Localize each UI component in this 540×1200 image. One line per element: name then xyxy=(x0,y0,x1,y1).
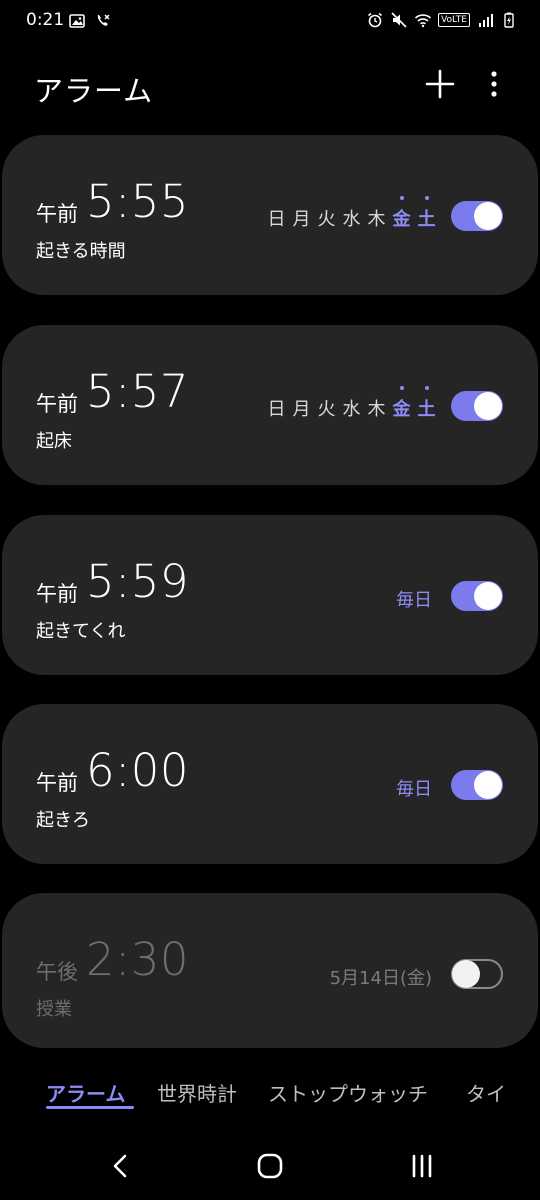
page-title: アラーム xyxy=(34,74,154,108)
alarm-toggle[interactable] xyxy=(451,770,503,800)
alarm-time: 5:57 xyxy=(86,365,190,418)
recents-icon[interactable] xyxy=(402,1148,442,1184)
tab-alarm[interactable]: アラーム xyxy=(46,1078,125,1107)
alarm-ampm: 午前 xyxy=(36,202,78,226)
alarm-days: 日 月 火 水 木 金 土 xyxy=(264,386,439,421)
alarm-repeat: 毎日 xyxy=(396,779,432,800)
signal-icon xyxy=(479,14,493,27)
tab-timer[interactable]: タイ xyxy=(466,1078,506,1107)
mute-icon xyxy=(391,12,407,28)
alarm-ampm: 午後 xyxy=(36,960,78,984)
alarm-time: 5:59 xyxy=(86,555,190,608)
toggle-knob xyxy=(452,960,480,988)
nav-bar xyxy=(0,1130,540,1200)
day-mon: 月 xyxy=(292,399,311,420)
day-mon: 月 xyxy=(292,209,311,230)
alarm-label: 授業 xyxy=(36,999,72,1020)
wifi-icon xyxy=(415,14,432,28)
alarm-label: 起きろ xyxy=(36,810,90,831)
toggle-knob xyxy=(474,202,502,230)
plus-icon[interactable] xyxy=(420,64,460,104)
alarm-time: 2:30 xyxy=(86,933,190,986)
back-icon[interactable] xyxy=(100,1148,140,1184)
alarm-card[interactable]: 午前 6:00 起きろ 毎日 xyxy=(2,704,538,864)
status-bar: 0:21 VoLTE xyxy=(0,0,540,44)
more-vertical-icon[interactable] xyxy=(480,64,508,104)
day-sat: 土 xyxy=(414,386,439,421)
alarm-date: 5月14日(金) xyxy=(329,968,432,989)
alarm-days: 日 月 火 水 木 金 土 xyxy=(264,196,439,231)
alarm-label: 起きてくれ xyxy=(36,621,126,642)
alarm-toggle[interactable] xyxy=(451,201,503,231)
toggle-knob xyxy=(474,771,502,799)
image-icon xyxy=(69,14,85,28)
alarm-card[interactable]: 午前 5:55 起きる時間 日 月 火 水 木 金 土 xyxy=(2,135,538,295)
alarm-ampm: 午前 xyxy=(36,582,78,606)
alarm-toggle[interactable] xyxy=(451,391,503,421)
app-header: アラーム xyxy=(0,50,540,126)
tab-world-clock[interactable]: 世界時計 xyxy=(157,1078,237,1107)
alarm-label: 起きる時間 xyxy=(36,241,126,262)
day-sun: 日 xyxy=(267,399,286,420)
alarm-card[interactable]: 午後 2:30 授業 5月14日(金) xyxy=(2,893,538,1048)
day-thu: 木 xyxy=(367,399,386,420)
toggle-knob xyxy=(474,582,502,610)
alarm-clock-icon xyxy=(368,12,383,28)
home-icon[interactable] xyxy=(250,1148,290,1184)
alarm-ampm: 午前 xyxy=(36,392,78,416)
day-fri: 金 xyxy=(389,196,414,231)
day-sun: 日 xyxy=(267,209,286,230)
status-time: 0:21 xyxy=(26,10,65,30)
tab-stopwatch[interactable]: ストップウォッチ xyxy=(268,1078,428,1107)
alarm-toggle[interactable] xyxy=(451,959,503,989)
day-wed: 水 xyxy=(342,209,361,230)
tab-bar: アラーム 世界時計 ストップウォッチ タイ xyxy=(0,1064,540,1124)
alarm-toggle[interactable] xyxy=(451,581,503,611)
alarm-card[interactable]: 午前 5:57 起床 日 月 火 水 木 金 土 xyxy=(2,325,538,485)
alarm-card[interactable]: 午前 5:59 起きてくれ 毎日 xyxy=(2,515,538,675)
toggle-knob xyxy=(474,392,502,420)
volte-badge: VoLTE xyxy=(438,13,470,27)
day-sat: 土 xyxy=(414,196,439,231)
day-tue: 火 xyxy=(317,399,336,420)
day-wed: 水 xyxy=(342,399,361,420)
battery-icon xyxy=(504,12,514,28)
call-forward-icon xyxy=(97,14,110,26)
alarm-time: 6:00 xyxy=(86,744,190,797)
day-thu: 木 xyxy=(367,209,386,230)
alarm-repeat: 毎日 xyxy=(396,590,432,611)
alarm-time: 5:55 xyxy=(86,175,190,228)
day-tue: 火 xyxy=(317,209,336,230)
tab-indicator xyxy=(46,1106,134,1109)
day-fri: 金 xyxy=(389,386,414,421)
alarm-label: 起床 xyxy=(36,431,72,452)
alarm-ampm: 午前 xyxy=(36,771,78,795)
